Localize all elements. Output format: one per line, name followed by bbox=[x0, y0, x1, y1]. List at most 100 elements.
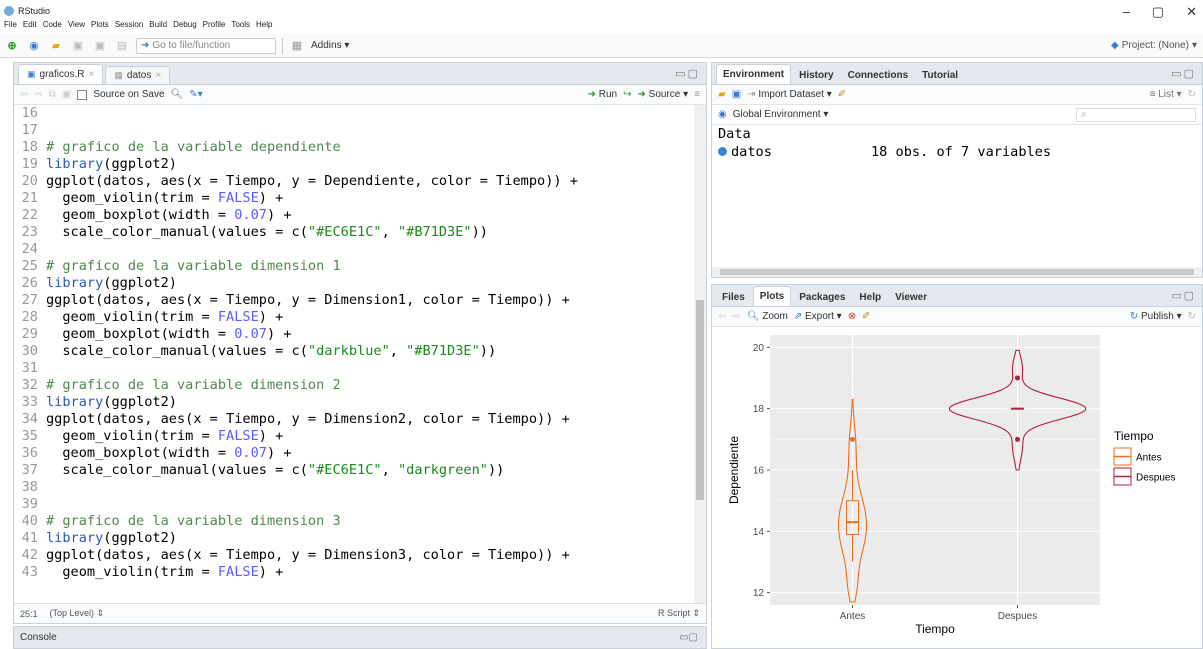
source-on-save-checkbox[interactable] bbox=[77, 89, 88, 100]
menu-file[interactable]: File bbox=[4, 20, 17, 34]
tab-environment[interactable]: Environment bbox=[716, 64, 792, 84]
import-dataset-button[interactable]: ⇥ Import Dataset ▾ bbox=[747, 89, 832, 100]
tab-connections[interactable]: Connections bbox=[842, 66, 915, 84]
save-file-icon[interactable]: ▣ bbox=[62, 89, 71, 100]
back-icon[interactable]: ⇦ bbox=[20, 89, 28, 100]
code-line[interactable]: 17 bbox=[14, 122, 694, 139]
prev-plot-icon[interactable]: ⇦ bbox=[718, 311, 726, 322]
list-view-button[interactable]: ≡ List ▾ bbox=[1150, 89, 1182, 100]
code-line[interactable]: 18 # grafico de la variable dependiente bbox=[14, 139, 694, 156]
menu-lines-icon[interactable]: ≡ bbox=[694, 89, 700, 100]
code-line[interactable]: 36 geom_boxplot(width = 0.07) + bbox=[14, 445, 694, 462]
code-line[interactable]: 40 # grafico de la variable dimension 3 bbox=[14, 513, 694, 530]
file-type[interactable]: R Script ⇕ bbox=[658, 608, 700, 619]
refresh-icon[interactable]: ↻ bbox=[1188, 89, 1196, 100]
pane-controls[interactable]: ▭▢ bbox=[1171, 289, 1196, 302]
new-project-icon[interactable]: ◉ bbox=[26, 38, 42, 54]
menu-tools[interactable]: Tools bbox=[231, 20, 250, 34]
code-line[interactable]: 26 library (ggplot2) bbox=[14, 275, 694, 292]
maximize-icon[interactable]: ▢ bbox=[1152, 4, 1164, 20]
code-line[interactable]: 34 ggplot(datos, aes(x = Tiempo, y = Dime… bbox=[14, 411, 694, 428]
code-line[interactable]: 35 geom_violin(trim = FALSE) + bbox=[14, 428, 694, 445]
menu-debug[interactable]: Debug bbox=[173, 20, 197, 34]
code-line[interactable]: 37 scale_color_manual(values = c("#EC6E1… bbox=[14, 462, 694, 479]
env-search-input[interactable]: ⌕ bbox=[1076, 107, 1196, 122]
menu-build[interactable]: Build bbox=[149, 20, 167, 34]
save-env-icon[interactable]: ▣ bbox=[732, 89, 741, 100]
goto-file-input[interactable]: ➜ Go to file/function bbox=[136, 37, 276, 54]
save-icon[interactable]: ▣ bbox=[70, 38, 86, 54]
code-line[interactable]: 16 bbox=[14, 105, 694, 122]
publish-button[interactable]: ↻ Publish ▾ bbox=[1130, 311, 1182, 322]
tab-datos[interactable]: ▦ datos × bbox=[105, 66, 171, 84]
refresh-icon[interactable]: ↻ bbox=[1188, 311, 1196, 322]
code-line[interactable]: 32 # grafico de la variable dimension 2 bbox=[14, 377, 694, 394]
run-button[interactable]: ➜ Run bbox=[588, 89, 618, 100]
env-hscroll[interactable] bbox=[712, 267, 1202, 277]
menu-edit[interactable]: Edit bbox=[23, 20, 37, 34]
close-tab-icon[interactable]: × bbox=[89, 69, 95, 80]
global-env-dropdown[interactable]: Global Environment ▾ bbox=[733, 109, 829, 120]
search-icon[interactable]: 🔍︎ bbox=[171, 89, 184, 100]
menu-help[interactable]: Help bbox=[256, 20, 272, 34]
code-editor[interactable]: 16 17 18 # grafico de la variable dependien… bbox=[14, 105, 694, 603]
scope-indicator[interactable]: (Top Level) ⇕ bbox=[50, 608, 105, 619]
menu-plots[interactable]: Plots bbox=[91, 20, 109, 34]
grid-icon[interactable]: ▦ bbox=[289, 38, 305, 54]
menu-profile[interactable]: Profile bbox=[203, 20, 226, 34]
code-line[interactable]: 30 scale_color_manual(values = c("darkbl… bbox=[14, 343, 694, 360]
addins-button[interactable]: Addins ▾ bbox=[311, 40, 349, 51]
scrollbar-thumb[interactable] bbox=[696, 300, 704, 500]
save-all-icon[interactable]: ▣ bbox=[92, 38, 108, 54]
code-line[interactable]: 39 bbox=[14, 496, 694, 513]
new-file-icon[interactable]: ⊕ bbox=[4, 38, 20, 54]
broom-icon[interactable]: ✐ bbox=[862, 311, 870, 322]
code-line[interactable]: 23 scale_color_manual(values = c("#EC6E1… bbox=[14, 224, 694, 241]
export-button[interactable]: ⇗ Export ▾ bbox=[794, 311, 842, 322]
menu-session[interactable]: Session bbox=[115, 20, 143, 34]
project-menu[interactable]: ◆ Project: (None) ▾ bbox=[1111, 40, 1197, 51]
pane-controls[interactable]: ▭▢ bbox=[1171, 67, 1196, 80]
zoom-button[interactable]: 🔍︎ Zoom bbox=[747, 311, 788, 322]
remove-plot-icon[interactable]: ⊗ bbox=[848, 311, 856, 322]
console-pane-header[interactable]: Console ▭▢ bbox=[13, 626, 707, 649]
tab-tutorial[interactable]: Tutorial bbox=[916, 66, 964, 84]
tab-history[interactable]: History bbox=[793, 66, 839, 84]
minimize-icon[interactable]: – bbox=[1123, 4, 1130, 20]
source-button[interactable]: ➜ Source ▾ bbox=[637, 89, 688, 100]
scrollbar-thumb[interactable] bbox=[720, 269, 1194, 275]
env-row-datos[interactable]: datos 18 obs. of 7 variables bbox=[712, 143, 1202, 161]
menu-code[interactable]: Code bbox=[43, 20, 62, 34]
code-line[interactable]: 22 geom_boxplot(width = 0.07) + bbox=[14, 207, 694, 224]
open-file-icon[interactable]: ▰ bbox=[48, 38, 64, 54]
close-icon[interactable]: ✕ bbox=[1186, 4, 1197, 20]
code-line[interactable]: 20 ggplot(datos, aes(x = Tiempo, y = Depe… bbox=[14, 173, 694, 190]
tab-graficos-r[interactable]: ▣ graficos.R × bbox=[18, 64, 104, 84]
code-line[interactable]: 33 library (ggplot2) bbox=[14, 394, 694, 411]
forward-icon[interactable]: ⇨ bbox=[34, 89, 42, 100]
code-line[interactable]: 41 library (ggplot2) bbox=[14, 530, 694, 547]
tab-viewer[interactable]: Viewer bbox=[889, 288, 933, 306]
open-env-icon[interactable]: ▰ bbox=[718, 89, 726, 100]
tab-files[interactable]: Files bbox=[716, 288, 751, 306]
pane-controls[interactable]: ▭▢ bbox=[675, 67, 700, 80]
pane-controls[interactable]: ▭▢ bbox=[679, 632, 698, 643]
code-line[interactable]: 21 geom_violin(trim = FALSE) + bbox=[14, 190, 694, 207]
code-line[interactable]: 27 ggplot(datos, aes(x = Tiempo, y = Dime… bbox=[14, 292, 694, 309]
expand-icon[interactable] bbox=[718, 147, 727, 156]
code-line[interactable]: 29 geom_boxplot(width = 0.07) + bbox=[14, 326, 694, 343]
print-icon[interactable]: ▤ bbox=[114, 38, 130, 54]
tab-plots[interactable]: Plots bbox=[752, 286, 792, 306]
code-line[interactable]: 43 geom_violin(trim = FALSE) + bbox=[14, 564, 694, 581]
code-line[interactable]: 38 bbox=[14, 479, 694, 496]
menu-view[interactable]: View bbox=[68, 20, 85, 34]
tab-help[interactable]: Help bbox=[853, 288, 887, 306]
show-in-window-icon[interactable]: ⧉ bbox=[49, 89, 56, 100]
code-line[interactable]: 19 library (ggplot2) bbox=[14, 156, 694, 173]
code-line[interactable]: 24 bbox=[14, 241, 694, 258]
code-line[interactable]: 28 geom_violin(trim = FALSE) + bbox=[14, 309, 694, 326]
tab-packages[interactable]: Packages bbox=[793, 288, 851, 306]
next-plot-icon[interactable]: ⇨ bbox=[732, 311, 740, 322]
code-line[interactable]: 42 ggplot(datos, aes(x = Tiempo, y = Dime… bbox=[14, 547, 694, 564]
wand-icon[interactable]: ✎▾ bbox=[189, 89, 202, 100]
